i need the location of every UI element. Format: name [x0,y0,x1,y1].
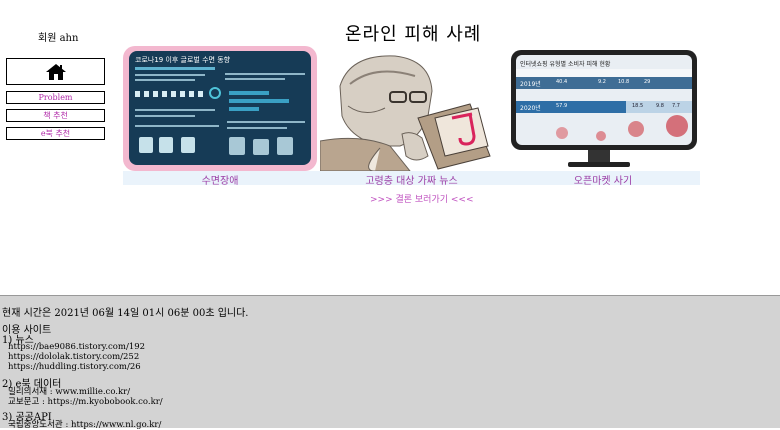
row-2019-value-3: 10.8 [618,79,630,85]
row-2019-value-1: 40.4 [556,79,568,85]
nav-book-button[interactable]: 책 추천 [6,109,105,122]
caption-elderly-fake-news[interactable]: 고령층 대상 가짜 뉴스 [320,172,503,187]
api-link[interactable]: 국립중앙도서관 : https://www.nl.go.kr/ [8,418,161,430]
card-open-market-fraud[interactable]: 인터넷쇼핑 유형별 소비자 피해 현황 2019년 40.4 9.2 10.8 … [508,46,698,171]
row-2020-year: 2020년 [520,105,541,112]
home-icon [45,63,66,80]
current-time: 현재 시간은 2021년 06월 14일 01시 06분 00초 입니다. [2,308,249,319]
card-sleep-disorder[interactable]: 코로나19 이후 글로벌 수면 동향 [123,46,317,171]
ebook-link[interactable]: 교보문고 : https://m.kyobobook.co.kr/ [8,395,163,407]
sleep-infographic: 코로나19 이후 글로벌 수면 동향 [129,51,311,165]
caption-open-market-fraud[interactable]: 오픈마켓 사기 [508,172,698,187]
card-elderly-fake-news[interactable] [320,46,503,171]
row-2019-value-2: 9.2 [598,79,606,85]
user-greeting: 회원 ahn [38,33,79,44]
caption-sleep-disorder[interactable]: 수면장애 [123,172,317,187]
footer: 현재 시간은 2021년 06월 14일 01시 06분 00초 입니다. 이용… [0,295,780,430]
row-2020-value-3: 9.8 [656,103,664,109]
infographic-title: 코로나19 이후 글로벌 수면 동향 [135,56,231,64]
nav-problem-button[interactable]: Problem [6,91,105,104]
page-title: 온라인 피해 사례 [345,24,482,45]
monitor-frame: 인터넷쇼핑 유형별 소비자 피해 현황 2019년 40.4 9.2 10.8 … [511,50,697,150]
row-2019-value-4: 29 [644,79,651,85]
row-2020-value-4: 7.7 [672,103,680,109]
home-button[interactable] [6,58,105,85]
news-link[interactable]: https://dololak.tistory.com/252 [8,352,139,362]
nav-ebook-button[interactable]: e북 추천 [6,127,105,140]
news-link[interactable]: https://huddling.tistory.com/26 [8,362,141,372]
monitor-screen: 인터넷쇼핑 유형별 소비자 피해 현황 2019년 40.4 9.2 10.8 … [516,55,692,145]
row-2019-year: 2019년 [520,81,541,88]
news-link[interactable]: https://bae9086.tistory.com/192 [8,342,145,352]
row-2020-value-1: 57.9 [556,103,568,109]
row-2020-value-2: 18.5 [632,103,644,109]
conclusion-link[interactable]: >>> 결론 보러가기 <<< [370,192,474,205]
fraud-table-title: 인터넷쇼핑 유형별 소비자 피해 현황 [520,61,611,68]
elderly-illustration [320,46,503,171]
